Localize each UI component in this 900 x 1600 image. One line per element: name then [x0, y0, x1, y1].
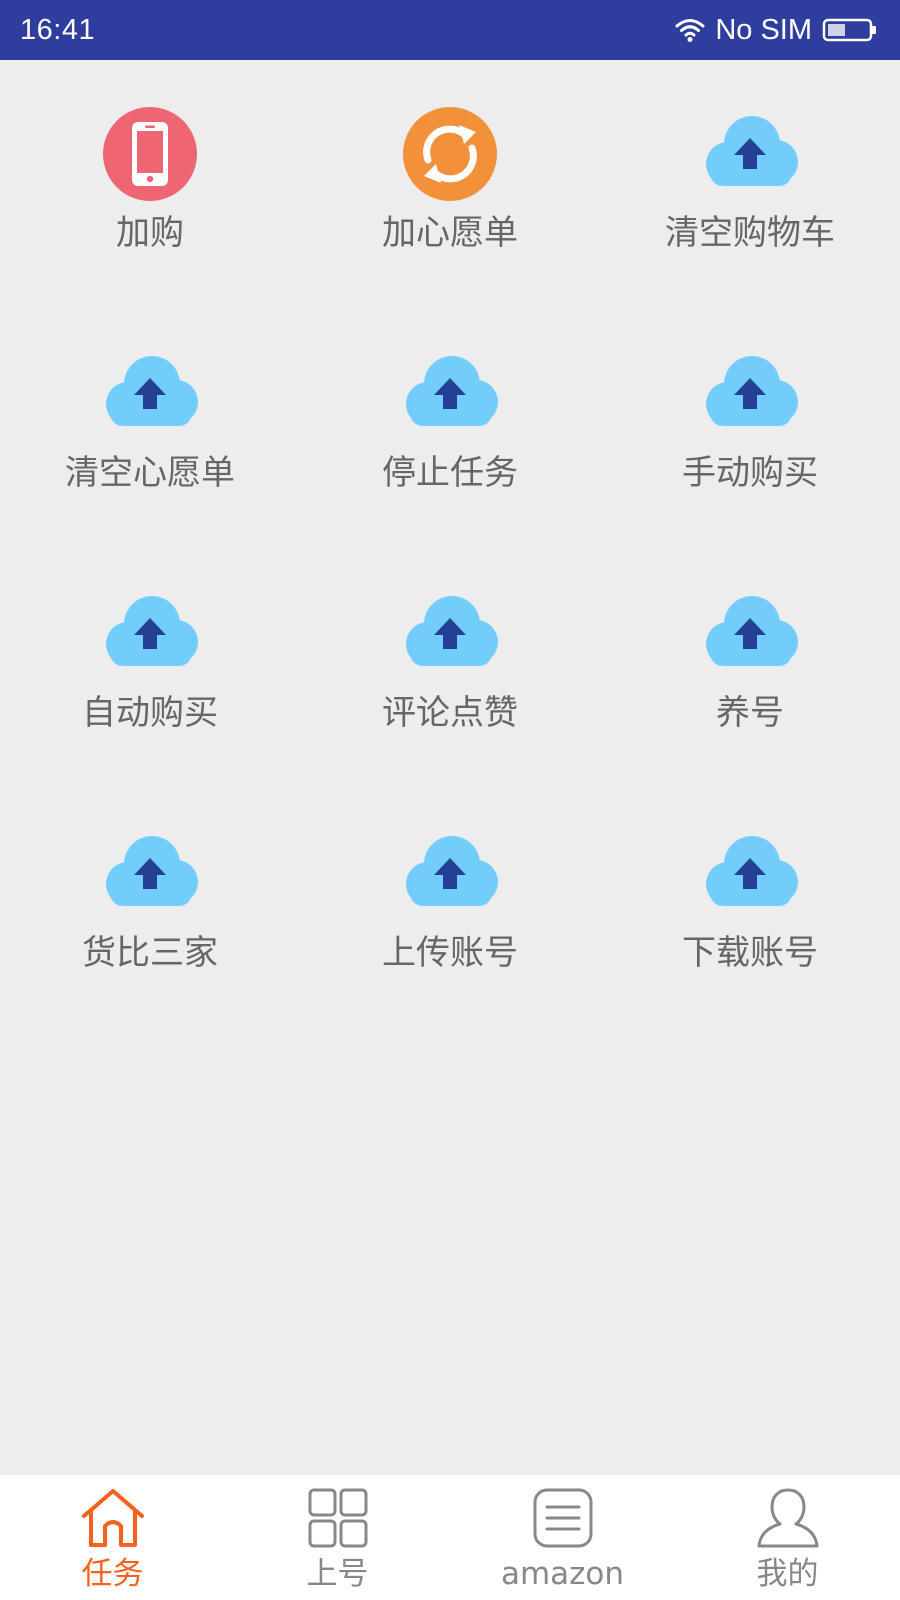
- grid-item-add-wishlist[interactable]: 加心愿单: [300, 60, 600, 300]
- grid-item-label: 货比三家: [82, 933, 218, 973]
- grid-item-compare-prices[interactable]: 货比三家: [0, 780, 300, 1020]
- cloud-upload-icon: [395, 586, 505, 682]
- cloud-upload-icon: [95, 826, 205, 922]
- tab-tasks[interactable]: 任务: [0, 1475, 225, 1600]
- grid-item-label: 手动购买: [682, 453, 818, 493]
- grid-item-label: 清空心愿单: [65, 453, 235, 493]
- carrier-label: No SIM: [715, 13, 812, 46]
- grid-item-download-account[interactable]: 下载账号: [600, 780, 900, 1020]
- status-indicators: No SIM: [675, 14, 878, 47]
- tab-label: amazon: [500, 1556, 625, 1592]
- battery-icon: [822, 17, 878, 43]
- grid-item-label: 自动购买: [82, 693, 218, 733]
- grid-item-label: 清空购物车: [665, 213, 835, 253]
- grid-item-stop-task[interactable]: 停止任务: [300, 300, 600, 540]
- grid-item-label: 养号: [716, 693, 784, 733]
- cloud-upload-icon: [95, 586, 205, 682]
- tab-label: 任务: [81, 1556, 144, 1592]
- list-icon: [528, 1483, 598, 1553]
- grid-item-clear-cart[interactable]: 清空购物车: [600, 60, 900, 300]
- grid-item-upload-account[interactable]: 上传账号: [300, 780, 600, 1020]
- grid-item-label: 评论点赞: [382, 693, 518, 733]
- grid-item-manual-purchase[interactable]: 手动购买: [600, 300, 900, 540]
- cloud-upload-icon: [695, 106, 805, 202]
- tab-label: 我的: [756, 1556, 819, 1592]
- tab-login[interactable]: 上号: [225, 1475, 450, 1600]
- cloud-upload-icon: [395, 826, 505, 922]
- tab-label: 上号: [306, 1556, 369, 1592]
- grid-item-label: 加心愿单: [382, 213, 518, 253]
- home-icon: [78, 1483, 148, 1553]
- tab-me[interactable]: 我的: [675, 1475, 900, 1600]
- grid-item-auto-purchase[interactable]: 自动购买: [0, 540, 300, 780]
- grid-item-clear-wishlist[interactable]: 清空心愿单: [0, 300, 300, 540]
- grid-item-label: 停止任务: [382, 453, 518, 493]
- grid-item-add-to-cart[interactable]: 加购: [0, 60, 300, 300]
- phone-icon: [95, 106, 205, 202]
- cloud-upload-icon: [695, 586, 805, 682]
- grid-item-label: 上传账号: [382, 933, 518, 973]
- grid-icon: [303, 1483, 373, 1553]
- grid-item-label: 下载账号: [682, 933, 818, 973]
- cloud-upload-icon: [395, 346, 505, 442]
- cloud-upload-icon: [95, 346, 205, 442]
- grid-item-review-like[interactable]: 评论点赞: [300, 540, 600, 780]
- cloud-upload-icon: [695, 826, 805, 922]
- user-icon: [753, 1483, 823, 1553]
- grid-item-account-nurture[interactable]: 养号: [600, 540, 900, 780]
- bottom-tab-bar: 任务 上号 amazon 我的: [0, 1475, 900, 1600]
- status-time: 16:41: [20, 13, 96, 46]
- wifi-icon: [675, 17, 705, 43]
- cloud-upload-icon: [695, 346, 805, 442]
- app-screen: 16:41 No SIM 加购 加心愿单 清空购物车 清空心愿单 停止任务 手动…: [0, 0, 900, 1600]
- function-grid: 加购 加心愿单 清空购物车 清空心愿单 停止任务 手动购买 自动购买 评论点赞 …: [0, 60, 900, 1020]
- tab-amazon[interactable]: amazon: [450, 1475, 675, 1600]
- status-bar: 16:41 No SIM: [0, 0, 900, 60]
- grid-item-label: 加购: [116, 213, 184, 253]
- sync-icon: [395, 106, 505, 202]
